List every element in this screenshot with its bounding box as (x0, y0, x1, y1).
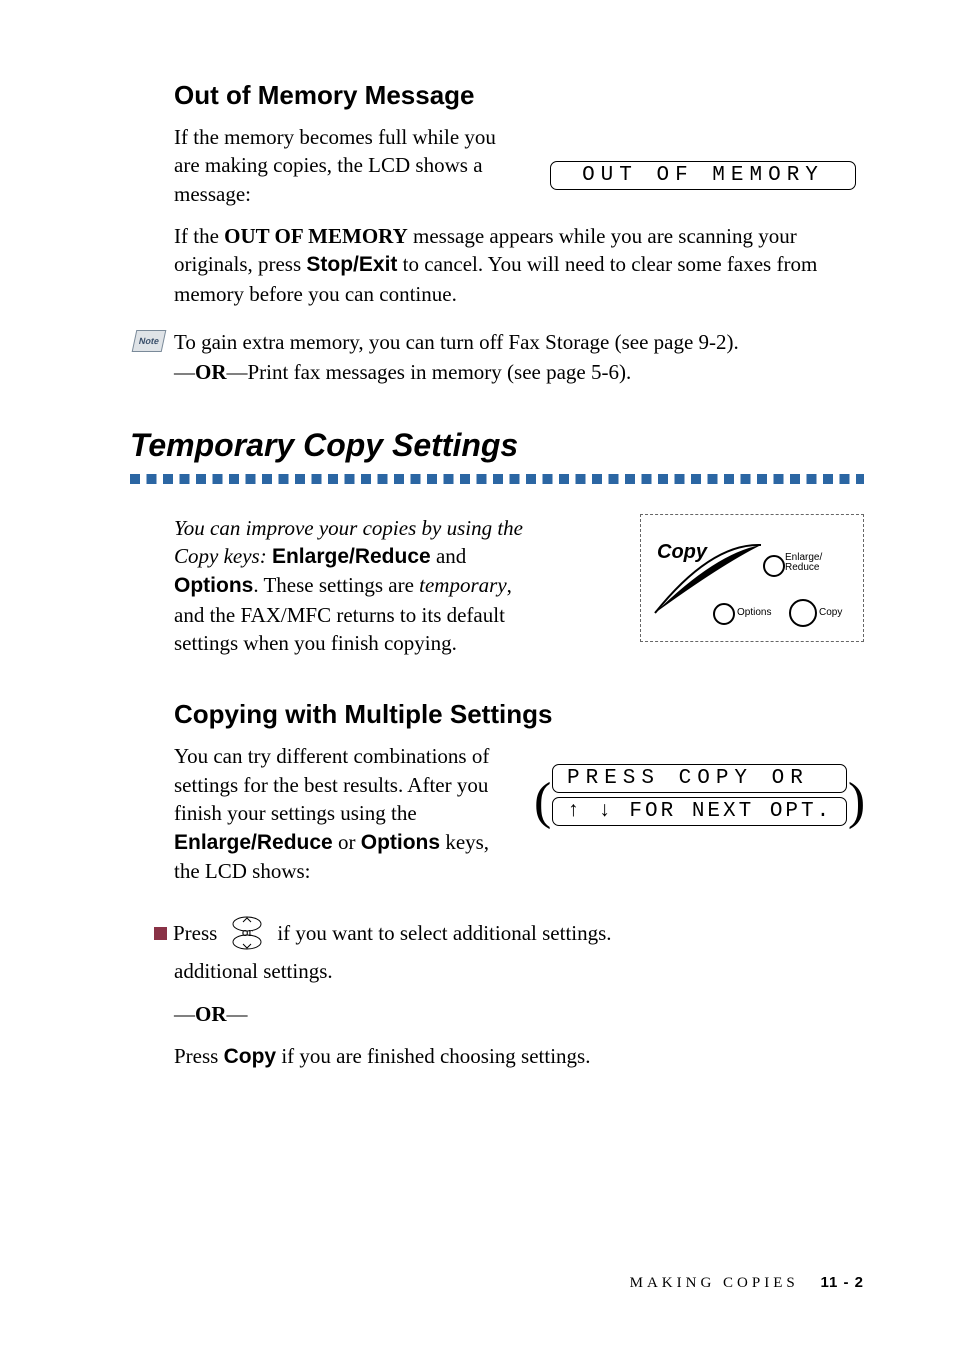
text-temporary: temporary (419, 573, 507, 597)
text-or-inline: or (333, 830, 361, 854)
section-multiple-settings: Copying with Multiple Settings You can t… (174, 699, 864, 1071)
copy-keys-panel: Copy Enlarge/ Reduce Options Copy (640, 514, 864, 642)
text-dash: — (227, 1002, 248, 1026)
text-or: OR (195, 360, 227, 384)
text-dash: — (174, 1002, 195, 1026)
note-line-1: To gain extra memory, you can turn off F… (174, 328, 864, 356)
nav-or-label: or (229, 924, 265, 940)
footer-section: MAKING COPIES (630, 1275, 799, 1291)
divider-dashed (130, 474, 864, 484)
para-multisettings: You can try different combinations of se… (174, 742, 514, 885)
text-fragment: Press (174, 1044, 224, 1068)
lcd-next-opt: ↑ ↓ FOR NEXT OPT. (552, 797, 847, 826)
key-options: Options (174, 574, 253, 597)
heading-multiple-settings: Copying with Multiple Settings (174, 699, 864, 730)
key-enlarge-reduce: Enlarge/Reduce (272, 545, 431, 568)
text-or-separator: —OR— (174, 1000, 864, 1028)
key-options-2: Options (361, 831, 440, 854)
heading-temporary-copy-settings: Temporary Copy Settings (130, 427, 864, 464)
lcd-out-of-memory: OUT OF MEMORY (550, 161, 856, 190)
lcd-stack: ( PRESS COPY OR ↑ ↓ FOR NEXT OPT. ) (552, 760, 847, 830)
key-enlarge-reduce-2: Enlarge/Reduce (174, 831, 333, 854)
panel-label-copy: Copy (657, 541, 707, 564)
panel-label-copy-btn: Copy (819, 607, 842, 618)
row-intro-lcd: If the memory becomes full while you are… (174, 123, 864, 222)
bullet-icon (154, 927, 167, 940)
text-fragment: You can try different combinations of se… (174, 744, 489, 825)
copy-button-icon (789, 599, 817, 627)
para-memory-full: If the memory becomes full while you are… (174, 123, 512, 208)
heading-out-of-memory: Out of Memory Message (174, 80, 864, 111)
bullet-press-nav: Press or if you want to select additiona… (154, 915, 864, 951)
para-temporary-intro: You can improve your copies by using the… (174, 514, 534, 658)
enlarge-reduce-button-icon (763, 555, 785, 577)
row-intro-panel: You can improve your copies by using the… (174, 514, 864, 672)
text-additional-settings: additional settings. (174, 957, 864, 985)
text-or-bold: OR (195, 1002, 227, 1026)
text-fragment: . These settings are (253, 573, 419, 597)
text-fragment: —Print fax messages in memory (see page … (227, 360, 632, 384)
text-dash: — (174, 360, 195, 384)
note-icon: Note (134, 330, 164, 352)
panel-label-options: Options (737, 607, 771, 618)
note-line-2: —OR—Print fax messages in memory (see pa… (174, 358, 864, 386)
button-label-stop-exit: Stop/Exit (306, 253, 397, 276)
note-tag-label: Note (132, 330, 167, 352)
options-button-icon (713, 603, 735, 625)
row-multisettings-lcd: You can try different combinations of se… (174, 742, 864, 899)
button-label-copy: Copy (224, 1045, 277, 1068)
page-footer: MAKING COPIES 11 - 2 (630, 1274, 864, 1292)
text-select-additional: if you want to select additional setting… (277, 921, 611, 946)
note-block: Note To gain extra memory, you can turn … (174, 328, 864, 387)
nav-keys-icon: or (229, 915, 265, 951)
text-fragment: If the (174, 224, 224, 248)
footer-page-number: 11 - 2 (820, 1274, 864, 1291)
panel-label-enlarge-reduce: Enlarge/ Reduce (785, 553, 822, 573)
text-press: Press (173, 921, 217, 946)
text-out-of-memory: OUT OF MEMORY (224, 224, 408, 248)
panel-swoosh-icon (641, 515, 863, 641)
text-and: and (431, 544, 467, 568)
text-fragment: if you are finished choosing settings. (276, 1044, 590, 1068)
para-out-of-memory-action: If the OUT OF MEMORY message appears whi… (174, 222, 864, 308)
lcd-press-copy: PRESS COPY OR (552, 764, 847, 793)
para-press-copy: Press Copy if you are finished choosing … (174, 1042, 864, 1071)
document-page: Out of Memory Message If the memory beco… (0, 0, 954, 1352)
section-out-of-memory: Out of Memory Message If the memory beco… (174, 80, 864, 387)
